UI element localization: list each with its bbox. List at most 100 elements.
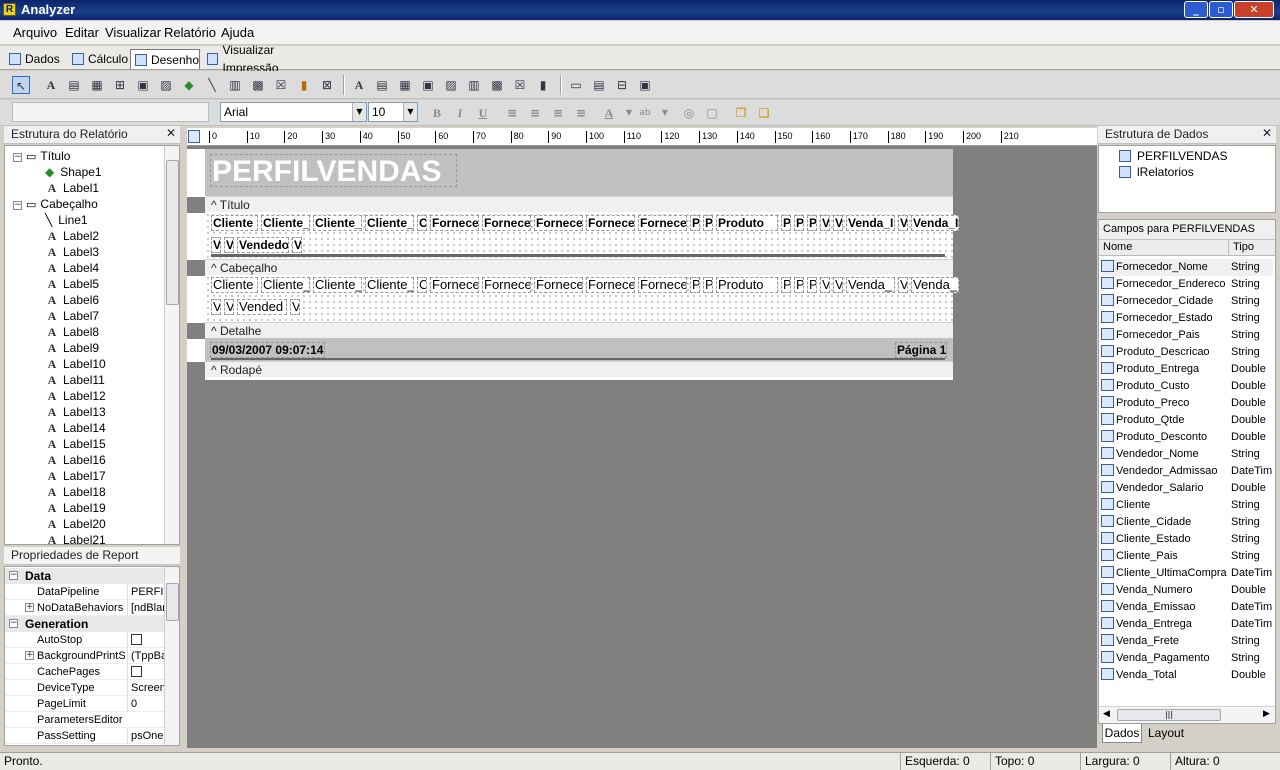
component-selector[interactable] bbox=[12, 102, 209, 122]
field-row[interactable]: Venda_Total Double bbox=[1101, 667, 1273, 684]
col-header-type[interactable]: Tipo bbox=[1229, 240, 1275, 256]
variable-tool-icon[interactable]: ▣ bbox=[134, 76, 152, 94]
field-row[interactable]: Venda_Emissao DateTim bbox=[1101, 599, 1273, 616]
tree-node[interactable]: A Label20 bbox=[45, 516, 106, 532]
field-row[interactable]: Fornecedor_Pais String bbox=[1101, 327, 1273, 344]
band-detalhe-area[interactable]: ClienteCliente_Cliente_Cliente_CForneceF… bbox=[205, 275, 959, 322]
report-field[interactable]: P bbox=[794, 277, 804, 293]
collapse-icon[interactable]: − bbox=[13, 153, 22, 162]
report-field[interactable]: Produto bbox=[716, 215, 778, 231]
report-field[interactable]: Vended bbox=[237, 299, 287, 315]
report-field[interactable]: V bbox=[224, 237, 234, 253]
report-field[interactable]: Cliente_ bbox=[365, 215, 414, 231]
header-line[interactable] bbox=[211, 254, 945, 257]
prop-row[interactable]: AutoStop bbox=[5, 632, 165, 650]
memo-tool-icon[interactable]: ▤ bbox=[65, 76, 83, 94]
field-row[interactable]: Vendedor_Salario Double bbox=[1101, 480, 1273, 497]
restore-button[interactable]: ▫ bbox=[1209, 1, 1233, 18]
dbmemo-tool-icon[interactable]: ▤ bbox=[373, 76, 391, 94]
report-field[interactable]: P bbox=[807, 215, 817, 231]
menu-ajuda[interactable]: Ajuda bbox=[221, 25, 254, 40]
barcode-tool-icon[interactable]: ▥ bbox=[226, 76, 244, 94]
prop-row[interactable]: +BackgroundPrintS(TppBac bbox=[5, 648, 167, 664]
report-field[interactable]: P bbox=[781, 277, 791, 293]
label-tool-icon[interactable]: A bbox=[42, 76, 60, 94]
tree-node[interactable]: A Label11 bbox=[45, 372, 105, 388]
report-field[interactable]: Cliente_ bbox=[261, 215, 310, 231]
report-field[interactable]: V bbox=[833, 277, 843, 293]
footer-line[interactable] bbox=[211, 358, 945, 360]
tree-node[interactable]: A Label16 bbox=[45, 452, 106, 468]
report-field[interactable]: Fornece bbox=[534, 215, 583, 231]
datasource-perfilvendas[interactable]: PERFILVENDAS bbox=[1119, 148, 1227, 164]
field-row[interactable]: Cliente_UltimaCompra DateTim bbox=[1101, 565, 1273, 582]
band-titulo-label[interactable]: ^ Título bbox=[205, 196, 953, 212]
bold-icon[interactable]: B bbox=[428, 104, 446, 122]
report-field[interactable]: V bbox=[211, 237, 221, 253]
tree-node[interactable]: A Label14 bbox=[45, 420, 106, 436]
report-field[interactable]: V bbox=[833, 215, 843, 231]
tree-node[interactable]: A Label5 bbox=[45, 276, 99, 292]
checkbox-tool-icon[interactable]: ☒ bbox=[272, 76, 290, 94]
field-row[interactable]: Venda_Entrega DateTim bbox=[1101, 616, 1273, 633]
minimize-button[interactable]: _ bbox=[1184, 1, 1208, 18]
pagebreak-tool-icon[interactable]: ⊟ bbox=[613, 76, 631, 94]
collapse-icon[interactable]: − bbox=[9, 571, 18, 580]
font-size-select[interactable]: 10 ▼ bbox=[368, 102, 418, 122]
scroll-right-icon[interactable]: ▶ bbox=[1263, 709, 1270, 719]
fields-hscrollbar[interactable]: ◀ ||| ▶ bbox=[1099, 706, 1275, 723]
footer-date-label[interactable]: 09/03/2007 09:07:14 bbox=[210, 342, 325, 358]
report-field[interactable]: C bbox=[417, 215, 427, 231]
border-icon[interactable]: ▢ bbox=[703, 104, 721, 122]
tab-desenho[interactable]: Desenho bbox=[130, 49, 200, 69]
field-row[interactable]: Cliente_Estado String bbox=[1101, 531, 1273, 548]
field-row[interactable]: Fornecedor_Estado String bbox=[1101, 310, 1273, 327]
bring-to-front-icon[interactable]: ❐ bbox=[732, 104, 750, 122]
tree-node[interactable]: A Label13 bbox=[45, 404, 106, 420]
report-field[interactable]: P bbox=[794, 215, 804, 231]
report-field[interactable]: P bbox=[690, 215, 700, 231]
prop-row[interactable]: DeviceType Screen bbox=[5, 680, 166, 696]
anchor-icon[interactable]: ◎ bbox=[680, 104, 698, 122]
prop-category-data[interactable]: − Data bbox=[5, 568, 165, 584]
col-header-name[interactable]: Nome bbox=[1099, 240, 1229, 256]
tree-node[interactable]: − ▭ Cabeçalho bbox=[13, 196, 98, 212]
report-field[interactable]: V bbox=[211, 299, 221, 315]
band-cabecalho-label[interactable]: ^ Cabeçalho bbox=[205, 259, 953, 275]
report-field[interactable]: Produto bbox=[716, 277, 778, 293]
field-row[interactable]: Vendedor_Admissao DateTim bbox=[1101, 463, 1273, 480]
band-rodape-label[interactable]: ^ Rodapé bbox=[205, 361, 953, 377]
field-row[interactable]: Venda_Pagamento String bbox=[1101, 650, 1273, 667]
band-cabecalho-area[interactable]: Cliente Cliente_ Cliente_ Cliente_ C Fornece F… bbox=[205, 212, 959, 259]
highlight-color-icon[interactable]: ab bbox=[636, 104, 654, 122]
report-field[interactable]: Fornece bbox=[482, 215, 531, 231]
field-row[interactable]: Produto_Preco Double bbox=[1101, 395, 1273, 412]
dbgrid-tool-icon[interactable]: ▩ bbox=[488, 76, 506, 94]
dbrichtext-tool-icon[interactable]: ▦ bbox=[396, 76, 414, 94]
tree-node[interactable]: A Label3 bbox=[45, 244, 99, 260]
tree-node[interactable]: − ▭ Título bbox=[13, 148, 70, 164]
report-field[interactable]: Venda_I bbox=[846, 215, 895, 231]
tree-node[interactable]: A Label18 bbox=[45, 484, 106, 500]
collapse-icon[interactable]: − bbox=[9, 619, 18, 628]
report-field[interactable]: Cliente_ bbox=[313, 277, 362, 293]
report-field[interactable]: V bbox=[292, 237, 302, 253]
field-row[interactable]: Venda_Frete String bbox=[1101, 633, 1273, 650]
report-field[interactable]: V bbox=[820, 277, 830, 293]
tree-node[interactable]: A Label6 bbox=[45, 292, 99, 308]
field-row[interactable]: Produto_Qtde Double bbox=[1101, 412, 1273, 429]
tab-dados[interactable]: Dados bbox=[5, 49, 65, 69]
report-field[interactable]: Vendedo bbox=[237, 237, 289, 253]
report-field[interactable]: Fornece bbox=[586, 277, 635, 293]
tree-node[interactable]: A Label19 bbox=[45, 500, 106, 516]
report-field[interactable]: Fornece bbox=[534, 277, 583, 293]
tree-node[interactable]: A Label8 bbox=[45, 324, 99, 340]
prop-row[interactable]: ParametersEditor bbox=[5, 712, 165, 728]
props-scrollbar[interactable] bbox=[164, 567, 179, 745]
field-row[interactable]: Fornecedor_Cidade String bbox=[1101, 293, 1273, 310]
report-field[interactable]: Fornece bbox=[638, 215, 687, 231]
dbimage-tool-icon[interactable]: ▨ bbox=[442, 76, 460, 94]
report-field[interactable]: V bbox=[290, 299, 300, 315]
scroll-thumb[interactable]: ||| bbox=[1117, 709, 1221, 721]
tree-node[interactable]: A Label2 bbox=[45, 228, 99, 244]
